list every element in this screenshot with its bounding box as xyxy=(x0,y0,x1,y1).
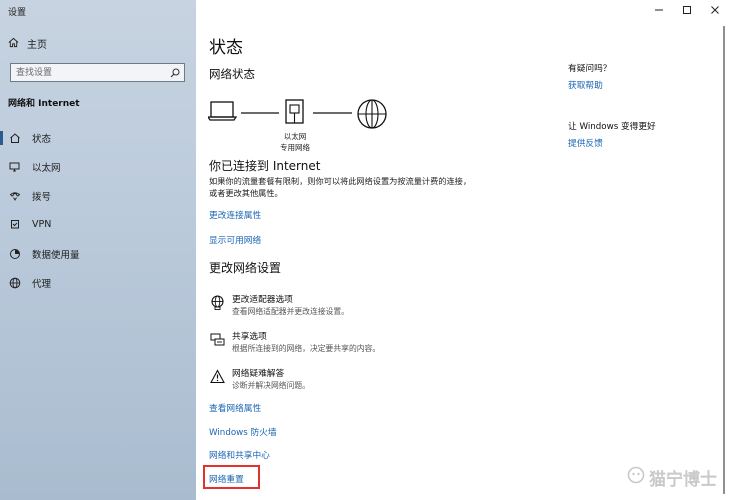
search-input[interactable] xyxy=(11,64,166,81)
network-troubleshooter[interactable]: 网络疑难解答 诊断并解决网络问题。 xyxy=(209,368,310,392)
option-description: 查看网络适配器并更改连接设置。 xyxy=(232,307,349,316)
scrollbar[interactable] xyxy=(723,26,725,494)
get-help-link[interactable]: 获取帮助 xyxy=(568,78,611,91)
option-title: 共享选项 xyxy=(232,332,267,342)
watermark: 猫宁博士 xyxy=(627,465,717,490)
ethernet-adapter-icon xyxy=(285,99,304,124)
sidebar-item-dialup[interactable]: 拨号 xyxy=(0,181,196,210)
window-controls xyxy=(645,0,729,20)
sidebar-item-label: 数据使用量 xyxy=(32,249,80,261)
laptop-icon xyxy=(208,101,238,121)
phone-icon xyxy=(9,190,21,202)
share-printer-icon xyxy=(209,332,225,348)
show-available-networks-link[interactable]: 显示可用网络 xyxy=(209,233,261,246)
network-diagram: 以太网 专用网络 xyxy=(208,97,408,157)
connection-status-title: 你已连接到 Internet xyxy=(209,159,321,173)
option-title: 更改适配器选项 xyxy=(232,295,293,305)
sidebar-item-proxy[interactable]: 代理 xyxy=(0,268,196,297)
page-title: 状态 xyxy=(209,38,243,58)
option-description: 诊断并解决网络问题。 xyxy=(232,381,310,390)
globe-adapter-icon xyxy=(209,295,225,311)
sidebar-item-data-usage[interactable]: 数据使用量 xyxy=(0,239,196,268)
view-network-properties-link[interactable]: 查看网络属性 xyxy=(209,401,261,414)
connection-description: 如果你的流量套餐有限制，则你可以将此网络设置为按流量计费的连接，或者更改其他属性… xyxy=(209,176,472,198)
sidebar-home[interactable]: 主页 xyxy=(8,36,47,51)
maximize-icon xyxy=(683,6,691,14)
gauge-icon xyxy=(9,248,21,260)
globe-icon xyxy=(9,277,21,289)
network-sharing-center-link[interactable]: 网络和共享中心 xyxy=(209,448,270,461)
network-type-label: 专用网络 xyxy=(280,143,310,152)
give-feedback-link[interactable]: 提供反馈 xyxy=(568,136,656,149)
network-status-heading: 网络状态 xyxy=(209,67,255,81)
windows-firewall-link[interactable]: Windows 防火墙 xyxy=(209,425,277,438)
sidebar-item-label: 状态 xyxy=(32,133,52,145)
sidebar-item-label: 以太网 xyxy=(32,162,61,174)
home-label: 主页 xyxy=(27,40,47,51)
sidebar-item-label: 拨号 xyxy=(32,191,52,203)
change-connection-properties-link[interactable]: 更改连接属性 xyxy=(209,208,261,221)
maximize-button[interactable] xyxy=(673,0,701,20)
minimize-button[interactable] xyxy=(645,0,673,20)
internet-globe-icon xyxy=(357,99,387,129)
sidebar-item-ethernet[interactable]: 以太网 xyxy=(0,152,196,181)
watermark-text: 猫宁博士 xyxy=(649,470,717,490)
help-section: 有疑问吗？ 获取帮助 xyxy=(568,61,611,91)
change-network-settings-heading: 更改网络设置 xyxy=(209,261,282,275)
watermark-logo-icon xyxy=(627,466,645,489)
sidebar: 设置 主页 网络和 Internet 状态 以太网 xyxy=(0,0,196,500)
improve-windows-title: 让 Windows 变得更好 xyxy=(568,122,656,132)
minimize-icon xyxy=(655,9,663,11)
home-icon xyxy=(8,37,19,51)
sidebar-section-heading: 网络和 Internet xyxy=(8,99,80,109)
vpn-icon xyxy=(9,219,21,231)
sidebar-item-vpn[interactable]: VPN xyxy=(0,210,196,239)
help-question-title: 有疑问吗？ xyxy=(568,64,612,74)
option-description: 根据所连接到的网络，决定要共享的内容。 xyxy=(232,344,381,353)
change-adapter-options[interactable]: 更改适配器选项 查看网络适配器并更改连接设置。 xyxy=(209,294,349,318)
app-title: 设置 xyxy=(8,8,27,18)
sidebar-item-label: 代理 xyxy=(32,278,52,290)
house-status-icon xyxy=(9,132,21,144)
search-box[interactable] xyxy=(10,63,185,82)
sidebar-item-label: VPN xyxy=(32,219,52,230)
close-icon xyxy=(711,6,719,14)
feedback-section: 让 Windows 变得更好 提供反馈 xyxy=(568,119,656,149)
highlight-box xyxy=(203,465,260,489)
adapter-name-label: 以太网 xyxy=(283,132,307,141)
sharing-options[interactable]: 共享选项 根据所连接到的网络，决定要共享的内容。 xyxy=(209,331,380,355)
sidebar-item-status[interactable]: 状态 xyxy=(0,123,196,152)
monitor-icon xyxy=(9,161,21,173)
sidebar-nav: 状态 以太网 拨号 VPN 数据使用量 代理 xyxy=(0,123,196,297)
warning-icon xyxy=(209,369,225,385)
search-icon[interactable] xyxy=(166,64,184,81)
option-title: 网络疑难解答 xyxy=(232,369,285,379)
close-button[interactable] xyxy=(701,0,729,20)
main-content: 状态 网络状态 以太网 专用网络 你已连接到 Internet 如果你的流量套餐… xyxy=(196,0,729,500)
